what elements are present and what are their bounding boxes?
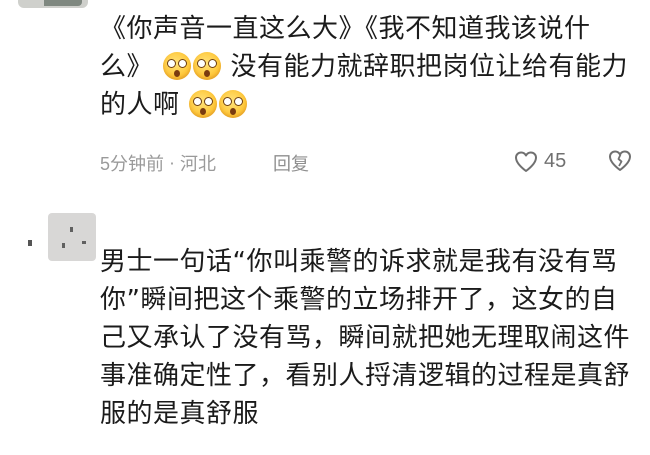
reply-button[interactable]: 回复 xyxy=(273,150,309,176)
flushed-face-emoji-icon xyxy=(189,90,218,118)
comment-location: 河北 xyxy=(180,154,217,174)
flushed-face-emoji-icon xyxy=(219,90,248,118)
comment-time: 5分钟前 xyxy=(100,154,165,174)
flushed-face-emoji-icon xyxy=(192,52,221,80)
comment-body-1: 《你声音一直这么大》《我不知道我该说什么》 没有能力就辞职把岗位让给有能力的人啊 xyxy=(100,10,640,124)
avatar-pattern-mark xyxy=(70,227,73,232)
flushed-face-emoji-icon xyxy=(162,52,191,80)
dislike-button[interactable] xyxy=(608,150,632,176)
comment-meta: 5分钟前 · 河北 xyxy=(100,150,216,176)
like-button[interactable]: 45 xyxy=(514,150,566,173)
avatar-pattern-mark xyxy=(82,241,86,244)
broken-heart-icon xyxy=(609,150,631,171)
heart-icon xyxy=(515,151,537,172)
commenter-avatar-top[interactable] xyxy=(18,0,88,8)
avatar-image-shade xyxy=(44,0,82,6)
decorative-speck xyxy=(28,240,32,246)
like-count: 45 xyxy=(544,150,567,172)
avatar-pattern-mark xyxy=(62,243,65,248)
comment-body-2: 男士一句话“你叫乘警的诉求就是我有没有骂你”瞬间把这个乘警的立场排开了，这女的自… xyxy=(100,247,631,429)
meta-separator: · xyxy=(169,152,176,173)
commenter-avatar-second[interactable] xyxy=(48,213,96,261)
